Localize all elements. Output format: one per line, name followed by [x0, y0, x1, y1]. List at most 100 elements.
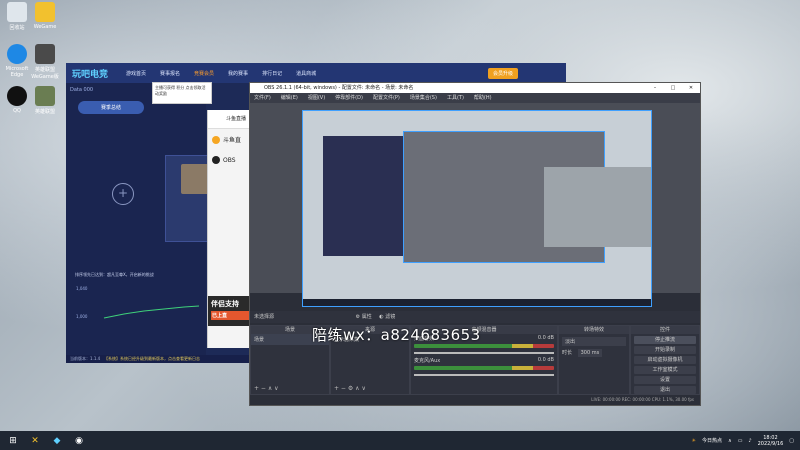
- duration-label: 时长: [562, 350, 573, 356]
- game-logo: 玩吧电竞: [72, 69, 109, 80]
- recycle-bin-icon[interactable]: 回收站: [2, 2, 32, 31]
- desktop-icon-label: QQ: [13, 108, 21, 114]
- mixer-level: 0.0 dB: [537, 335, 554, 341]
- settings-button[interactable]: 设置: [634, 376, 696, 384]
- douyu-icon: [212, 135, 220, 144]
- game-top-bar: 玩吧电竞 游戏首页 赛事报名 竞赛会员 我的赛事 排行日记 道具商城 会员升级: [66, 63, 566, 83]
- menu-help[interactable]: 帮助(H): [474, 93, 492, 103]
- stream-item-2[interactable]: OBS: [208, 150, 252, 170]
- menu-edit[interactable]: 编辑(E): [281, 93, 298, 103]
- wegame-glyph-icon: [35, 2, 55, 22]
- taskbar-player-icon[interactable]: ◆: [48, 434, 66, 448]
- stream-item-1[interactable]: 斗鱼直: [208, 129, 252, 150]
- qq-glyph-icon: [7, 86, 27, 106]
- stream-companion-window: 斗鱼直播 斗鱼直 OBS 伴侣支持 已上直: [207, 110, 252, 348]
- no-source-selected: 未选择源: [254, 314, 275, 320]
- virtual-camera-button[interactable]: 启动虚拟摄像机: [634, 356, 696, 364]
- add-player-button[interactable]: +: [112, 183, 134, 205]
- game-version: 当前版本：1.1.4: [70, 356, 101, 361]
- obs-titlebar: OBS 26.1.1 (64-bit, windows) - 配置文件: 未命名…: [250, 83, 700, 93]
- menu-view[interactable]: 视图(V): [308, 93, 325, 103]
- game-tab-signup[interactable]: 赛事报名: [160, 70, 180, 77]
- mixer-channel-mic: 麦克风/Aux 0.0 dB: [411, 356, 557, 378]
- game-tab-home[interactable]: 游戏首页: [126, 70, 146, 77]
- volume-icon[interactable]: ♪: [748, 438, 751, 444]
- vip-upgrade-button[interactable]: 会员升级: [487, 68, 518, 79]
- filters-label: 滤镜: [385, 314, 396, 320]
- desktop-icon-label: 英雄联盟WeGame版: [31, 67, 59, 80]
- stream-item-label: 斗鱼直: [223, 137, 242, 144]
- tray-chevron-icon[interactable]: ∧: [728, 438, 732, 444]
- chart-y-tick: 1,000: [76, 314, 88, 319]
- mixer-channel-label: 麦克风/Aux: [414, 358, 441, 364]
- transitions-panel-title: 转场特效: [559, 326, 629, 334]
- desktop-icon-label: WeGame: [33, 24, 57, 30]
- weather-icon: ☀: [691, 437, 696, 444]
- chart-y-tick: 1,040: [76, 286, 88, 291]
- weather-text[interactable]: 今日热点: [702, 437, 722, 444]
- mixer-level: 0.0 dB: [537, 357, 554, 363]
- menu-tools[interactable]: 工具(T): [447, 93, 464, 103]
- duration-input[interactable]: 300 ms: [577, 349, 603, 357]
- score-chart: 1,040 1,000: [76, 286, 200, 319]
- obs-menubar: 文件(F) 编辑(E) 视图(V) 停靠部件(D) 配置文件(P) 场景集合(S…: [250, 93, 700, 103]
- game-tab-shop[interactable]: 道具商城: [296, 70, 316, 77]
- edge-glyph-icon: [7, 44, 27, 64]
- stop-streaming-button[interactable]: 停止推流: [634, 336, 696, 344]
- sources-footer: + − ⚙ ∧ ∨: [334, 385, 366, 392]
- volume-slider[interactable]: [414, 352, 554, 354]
- banner-title: 伴侣支持: [211, 300, 239, 308]
- game-tab-my-events[interactable]: 我的赛事: [228, 70, 248, 77]
- wegame-icon[interactable]: WeGame: [30, 2, 60, 30]
- obs-title: OBS 26.1.1 (64-bit, windows) - 配置文件: 未命名…: [264, 85, 414, 91]
- nested-taskbar: [303, 299, 651, 306]
- watermark-text: 陪练wx：a824683653: [312, 326, 481, 344]
- obs-icon: [212, 156, 220, 164]
- exit-button[interactable]: 退出: [634, 386, 696, 394]
- studio-mode-button[interactable]: 工作室模式: [634, 366, 696, 374]
- lol-wegame-glyph-icon: [35, 44, 55, 64]
- nested-obs-capture: [403, 131, 651, 263]
- chart-line: [103, 305, 200, 319]
- clock[interactable]: 18:02 2022/9/16: [758, 435, 784, 447]
- menu-file[interactable]: 文件(F): [254, 93, 271, 103]
- filters-button[interactable]: ◐ 滤镜: [379, 314, 395, 320]
- transition-select[interactable]: 淡出: [562, 337, 626, 346]
- minimize-icon[interactable]: –: [646, 83, 664, 93]
- properties-button[interactable]: ⚙ 属性: [356, 314, 372, 320]
- preview-canvas: [302, 110, 652, 307]
- controls-panel: 控件 停止推流 开始录制 启动虚拟摄像机 工作室模式 设置 退出: [630, 325, 700, 395]
- obs-preview[interactable]: [250, 103, 700, 307]
- stream-banner: 伴侣支持 已上直: [208, 296, 252, 326]
- volume-slider[interactable]: [414, 374, 554, 376]
- taskbar-obs-icon[interactable]: ◉: [70, 434, 88, 448]
- banner-sub: 已上直: [211, 311, 249, 320]
- game-tab-member[interactable]: 竞赛会员: [194, 70, 214, 77]
- start-recording-button[interactable]: 开始录制: [634, 346, 696, 354]
- start-icon[interactable]: ⊞: [4, 434, 22, 448]
- desktop-icon-label: 回收站: [9, 25, 25, 31]
- notification-icon[interactable]: ▢: [789, 438, 794, 444]
- close-icon[interactable]: ✕: [682, 83, 700, 93]
- lol-wegame-icon[interactable]: 英雄联盟WeGame版: [30, 44, 60, 80]
- qq-icon[interactable]: QQ: [2, 86, 32, 114]
- clock-date: 2022/9/16: [757, 440, 784, 447]
- scenes-footer: + − ∧ ∨: [254, 385, 279, 392]
- source-toolbar: 未选择源 ⚙ 属性 ◐ 滤镜: [250, 311, 700, 323]
- transitions-panel: 转场特效 淡出 时长 300 ms: [558, 325, 630, 395]
- menu-profile[interactable]: 配置文件(P): [373, 93, 400, 103]
- menu-docks[interactable]: 停靠部件(D): [335, 93, 363, 103]
- season-summary-banner: 赛季总结: [78, 101, 144, 114]
- edge-icon[interactable]: Microsoft Edge: [2, 44, 32, 78]
- network-icon[interactable]: ▭: [738, 438, 743, 444]
- menu-scene-collection[interactable]: 场景集合(S): [410, 93, 437, 103]
- game-status-link[interactable]: 【系统】系统已经升级到最新版本，点击查看更新日志: [104, 356, 200, 361]
- lol-icon[interactable]: 英雄联盟: [30, 86, 60, 115]
- game-tab-ranking[interactable]: 排行日记: [262, 70, 282, 77]
- obs-status-bar: LIVE: 00:00:00 REC: 00:00:00 CPU: 1.1%, …: [250, 395, 700, 405]
- nested-obs-preview: [544, 167, 651, 247]
- maximize-icon[interactable]: □: [664, 83, 682, 93]
- stream-header: 斗鱼直播: [208, 110, 252, 129]
- lol-glyph-icon: [35, 86, 55, 106]
- taskbar-game-icon[interactable]: ✕: [26, 434, 44, 448]
